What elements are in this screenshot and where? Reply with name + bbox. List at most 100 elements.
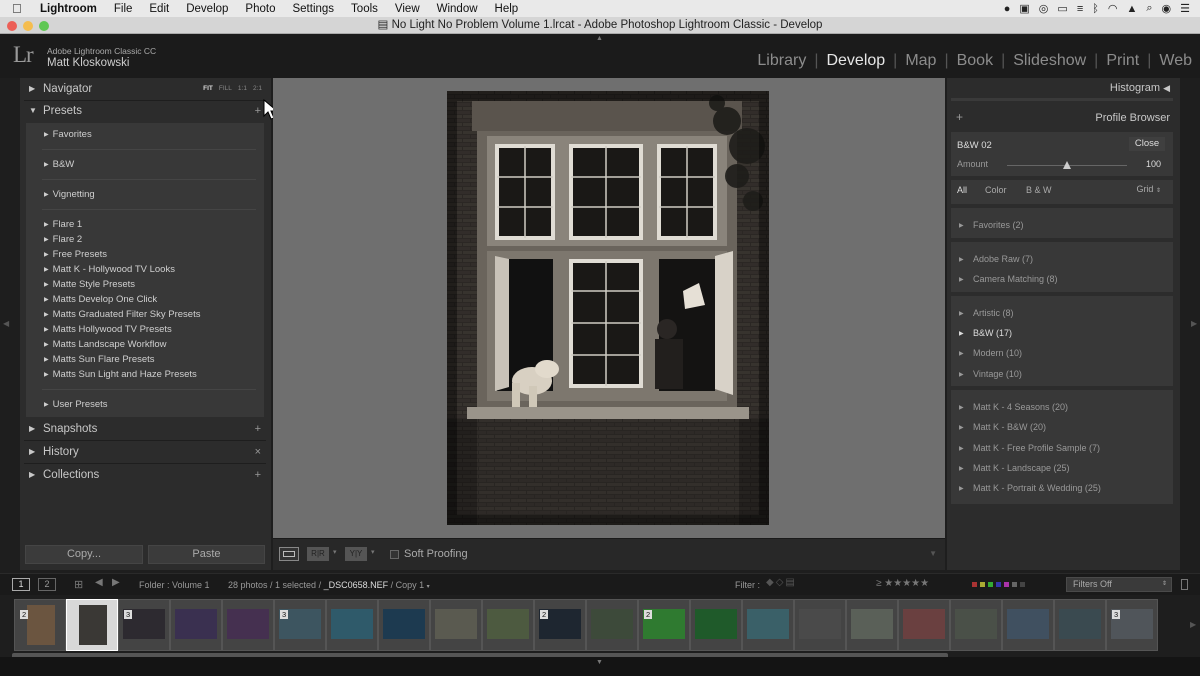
- view-grid-dropdown[interactable]: Grid ⇕: [1136, 184, 1161, 194]
- profile-group[interactable]: ▶ Modern (10): [959, 348, 1022, 358]
- folder-source[interactable]: Folder : Volume 1: [139, 580, 210, 590]
- stack-count-badge[interactable]: 3: [280, 610, 289, 619]
- minimize-window-icon[interactable]: [23, 21, 33, 31]
- zoom-1-1[interactable]: 1:1: [238, 78, 247, 100]
- zoom-fill[interactable]: FILL: [219, 78, 232, 100]
- menu-help[interactable]: Help: [495, 3, 519, 15]
- collections-header[interactable]: ▶ Collections +: [24, 464, 266, 486]
- menu-window[interactable]: Window: [437, 3, 478, 15]
- filmstrip-thumbnail[interactable]: [794, 599, 846, 651]
- filmstrip-thumbnail[interactable]: [378, 599, 430, 651]
- preset-folder[interactable]: ▶ Favorites: [44, 129, 92, 140]
- before-after-swap-icon[interactable]: Y|Y: [345, 547, 367, 561]
- preset-folder[interactable]: ▶ Matts Hollywood TV Presets: [44, 324, 172, 335]
- image-canvas[interactable]: [273, 78, 945, 538]
- preset-folder[interactable]: ▶ Matts Sun Flare Presets: [44, 354, 155, 365]
- module-library[interactable]: Library: [757, 52, 806, 70]
- profile-group-favorites[interactable]: ▶ Favorites (2): [959, 220, 1024, 230]
- menu-list-icon[interactable]: ≡: [1077, 3, 1083, 15]
- profile-group[interactable]: ▶ Matt K - Portrait & Wedding (25): [959, 483, 1101, 493]
- preset-folder[interactable]: ▶ Flare 2: [44, 234, 82, 245]
- menu-settings[interactable]: Settings: [292, 3, 334, 15]
- filmstrip-thumbnail[interactable]: [898, 599, 950, 651]
- filmstrip-thumbnail[interactable]: [690, 599, 742, 651]
- module-develop[interactable]: Develop: [826, 52, 885, 70]
- collapse-bottom-panel-icon[interactable]: ▼: [596, 659, 603, 666]
- filter-bw[interactable]: B & W: [1026, 185, 1052, 195]
- photo[interactable]: [447, 91, 769, 525]
- snapshots-header[interactable]: ▶ Snapshots +: [24, 418, 266, 440]
- profile-group[interactable]: ▶ Matt K - B&W (20): [959, 422, 1046, 432]
- profile-group-bw[interactable]: ▶ B&W (17): [959, 328, 1012, 338]
- filmstrip-thumbnail[interactable]: 2: [534, 599, 586, 651]
- zoom-fit[interactable]: FIT: [203, 78, 213, 100]
- filmstrip-scroll-right-icon[interactable]: ▶: [1190, 620, 1196, 629]
- history-header[interactable]: ▶ History ×: [24, 441, 266, 463]
- bluetooth-icon[interactable]: ᛒ: [1092, 3, 1099, 15]
- notification-center-icon[interactable]: ☰: [1180, 2, 1190, 15]
- zoom-2-1[interactable]: 2:1: [253, 78, 262, 100]
- clear-history-icon[interactable]: ×: [255, 441, 261, 463]
- close-window-icon[interactable]: [7, 21, 17, 31]
- preset-folder[interactable]: ▶ Matt K - Hollywood TV Looks: [44, 264, 175, 275]
- profile-group[interactable]: ▶ Matt K - Landscape (25): [959, 463, 1070, 473]
- search-icon[interactable]: ⌕: [1146, 2, 1152, 15]
- preset-folder[interactable]: ▶ Matts Develop One Click: [44, 294, 157, 305]
- filmstrip-thumbnail[interactable]: [482, 599, 534, 651]
- filter-color[interactable]: Color: [985, 185, 1007, 195]
- preset-folder[interactable]: ▶ B&W: [44, 159, 74, 170]
- filmstrip-thumbnail[interactable]: [1002, 599, 1054, 651]
- siri-icon[interactable]: ◉: [1162, 2, 1172, 15]
- flag-filter-icons[interactable]: ◆◇▤: [766, 577, 797, 588]
- toolbar-menu-icon[interactable]: ▼: [929, 549, 937, 558]
- menu-photo[interactable]: Photo: [245, 3, 275, 15]
- forward-arrow-icon[interactable]: ▶: [112, 577, 120, 588]
- rating-filter-stars[interactable]: ≥ ★★★★★: [876, 578, 929, 589]
- add-collection-icon[interactable]: +: [255, 464, 261, 486]
- filmstrip-thumbnail[interactable]: [586, 599, 638, 651]
- filmstrip-thumbnail[interactable]: [846, 599, 898, 651]
- module-web[interactable]: Web: [1159, 52, 1192, 70]
- filmstrip-thumbnail[interactable]: [1054, 599, 1106, 651]
- preset-folder[interactable]: ▶ User Presets: [44, 399, 108, 410]
- wifi-icon[interactable]: ◠: [1108, 2, 1118, 15]
- menu-edit[interactable]: Edit: [149, 3, 169, 15]
- left-panel-toggle-icon[interactable]: ◀: [3, 319, 9, 328]
- profile-group[interactable]: ▶ Camera Matching (8): [959, 274, 1058, 284]
- selection-status[interactable]: 28 photos / 1 selected / _DSC0658.NEF / …: [228, 580, 430, 590]
- menu-file[interactable]: File: [114, 3, 133, 15]
- module-map[interactable]: Map: [905, 52, 936, 70]
- amount-value[interactable]: 100: [1146, 159, 1161, 169]
- filmstrip-thumbnail[interactable]: [742, 599, 794, 651]
- filmstrip-thumbnail[interactable]: 3: [118, 599, 170, 651]
- presets-header[interactable]: ▼ Presets +: [24, 100, 266, 122]
- filmstrip-thumbnail[interactable]: 3: [1106, 599, 1158, 651]
- filmstrip-thumbnail[interactable]: [66, 599, 118, 651]
- menu-develop[interactable]: Develop: [186, 3, 228, 15]
- preset-folder[interactable]: ▶ Matts Graduated Filter Sky Presets: [44, 309, 200, 320]
- stack-count-badge[interactable]: 2: [20, 610, 29, 619]
- module-print[interactable]: Print: [1106, 52, 1139, 70]
- add-profile-icon[interactable]: +: [956, 110, 963, 124]
- add-preset-icon[interactable]: +: [255, 100, 261, 122]
- preset-folder[interactable]: ▶ Flare 1: [44, 219, 82, 230]
- display-icon[interactable]: ▭: [1057, 2, 1067, 15]
- menu-view[interactable]: View: [395, 3, 420, 15]
- airplay-icon[interactable]: ▲: [1126, 3, 1137, 15]
- filmstrip-thumbnail[interactable]: [222, 599, 274, 651]
- collapse-top-panel-icon[interactable]: ▲: [596, 35, 603, 42]
- profile-group[interactable]: ▶ Matt K - 4 Seasons (20): [959, 402, 1068, 412]
- loupe-view-icon[interactable]: [279, 547, 299, 561]
- camera-icon[interactable]: ▣: [1019, 2, 1029, 15]
- right-panel-toggle-icon[interactable]: ▶: [1191, 319, 1197, 328]
- module-slideshow[interactable]: Slideshow: [1013, 52, 1086, 70]
- close-button[interactable]: Close: [1129, 137, 1165, 151]
- filter-preset-dropdown[interactable]: Filters Off ⇕: [1066, 577, 1172, 592]
- copy-button[interactable]: Copy...: [25, 545, 143, 564]
- stack-count-badge[interactable]: 3: [1112, 610, 1121, 619]
- paste-button[interactable]: Paste: [148, 545, 265, 564]
- filmstrip-thumbnail[interactable]: [950, 599, 1002, 651]
- filmstrip-thumbnail[interactable]: 3: [274, 599, 326, 651]
- filmstrip-thumbnail[interactable]: 2: [14, 599, 66, 651]
- filmstrip-thumbnail[interactable]: [430, 599, 482, 651]
